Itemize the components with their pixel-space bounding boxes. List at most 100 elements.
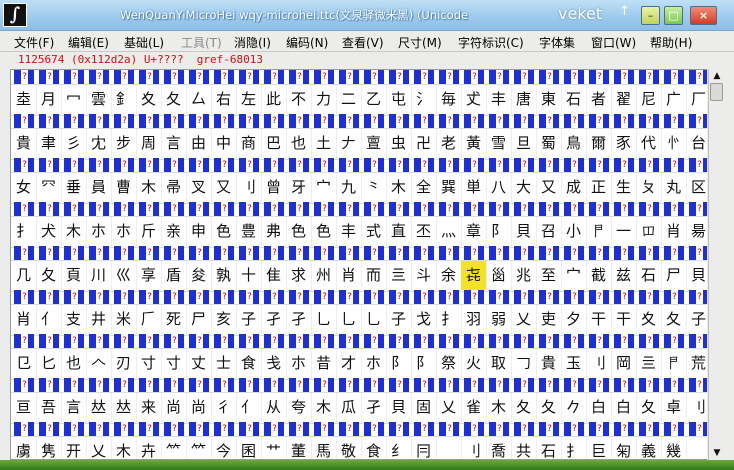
glyph-cell[interactable]: 亻 bbox=[236, 393, 262, 422]
glyph-cell[interactable]: 九 bbox=[336, 173, 362, 202]
glyph-cell[interactable]: 虜 bbox=[11, 437, 37, 460]
menu-item-10[interactable]: 窗口(W) bbox=[591, 34, 636, 51]
glyph-cell[interactable]: 艹 bbox=[261, 437, 287, 460]
glyph-cell[interactable]: 孰 bbox=[211, 261, 237, 290]
glyph-cell[interactable]: 木 bbox=[311, 393, 337, 422]
glyph-cell[interactable]: 余 bbox=[436, 261, 462, 290]
glyph-cell[interactable]: 几 bbox=[11, 261, 37, 290]
glyph-cell[interactable]: 吏 bbox=[536, 305, 562, 334]
glyph-cell[interactable]: 女 bbox=[11, 173, 37, 202]
glyph-cell[interactable]: 又 bbox=[536, 173, 562, 202]
glyph-cell[interactable]: 乚 bbox=[336, 305, 362, 334]
glyph-cell[interactable]: 丕 bbox=[411, 217, 437, 246]
glyph-cell[interactable]: 豊 bbox=[236, 217, 262, 246]
glyph-cell[interactable]: 卍 bbox=[411, 129, 437, 158]
glyph-cell[interactable]: 刂 bbox=[686, 393, 707, 422]
glyph-cell[interactable]: 又 bbox=[211, 173, 237, 202]
glyph-cell[interactable]: 石 bbox=[636, 261, 662, 290]
menu-item-5[interactable]: 编码(N) bbox=[286, 34, 328, 51]
scroll-thumb[interactable] bbox=[710, 83, 723, 101]
glyph-cell[interactable]: 宀 bbox=[561, 261, 587, 290]
glyph-cell[interactable]: 喬 bbox=[486, 437, 512, 460]
glyph-cell[interactable]: 𥫗 bbox=[161, 437, 187, 460]
glyph-cell[interactable]: 冘 bbox=[86, 129, 112, 158]
menu-item-2[interactable]: 基础(L) bbox=[124, 34, 164, 51]
glyph-cell[interactable]: 戈 bbox=[411, 305, 437, 334]
glyph-cell[interactable]: 夂 bbox=[511, 393, 537, 422]
glyph-cell[interactable]: 干 bbox=[586, 305, 612, 334]
glyph-cell[interactable]: 巨 bbox=[586, 437, 612, 460]
glyph-cell[interactable]: 章 bbox=[461, 217, 487, 246]
glyph-cell[interactable]: 雀 bbox=[461, 393, 487, 422]
glyph-cell[interactable]: 小 bbox=[561, 217, 587, 246]
glyph-cell[interactable]: 尚 bbox=[161, 393, 187, 422]
glyph-cell[interactable]: 肖 bbox=[336, 261, 362, 290]
glyph-cell[interactable]: 食 bbox=[361, 437, 387, 460]
glyph-cell[interactable]: 刂 bbox=[461, 437, 487, 460]
menu-item-1[interactable]: 编辑(E) bbox=[68, 34, 109, 51]
glyph-cell[interactable]: 刂 bbox=[586, 349, 612, 378]
glyph-cell[interactable]: 屯 bbox=[386, 85, 412, 114]
glyph-cell[interactable]: 唐 bbox=[511, 85, 537, 114]
glyph-cell[interactable]: 𠆢 bbox=[86, 349, 112, 378]
glyph-cell[interactable]: 豕 bbox=[611, 129, 637, 158]
glyph-cell[interactable]: 𠃌 bbox=[511, 349, 537, 378]
menu-item-7[interactable]: 尺寸(M) bbox=[398, 34, 442, 51]
glyph-cell[interactable]: 厶 bbox=[186, 85, 212, 114]
glyph-cell[interactable]: 幾 bbox=[661, 437, 687, 460]
glyph-cell[interactable]: 卉 bbox=[136, 437, 162, 460]
glyph-cell[interactable]: 戋 bbox=[261, 349, 287, 378]
glyph-cell[interactable]: 月 bbox=[36, 85, 62, 114]
glyph-cell[interactable]: 至 bbox=[536, 261, 562, 290]
glyph-cell[interactable]: 朩 bbox=[361, 349, 387, 378]
glyph-cell[interactable]: 𠀤 bbox=[111, 393, 137, 422]
glyph-cell[interactable]: 坴 bbox=[11, 85, 37, 114]
glyph-cell[interactable]: 彡 bbox=[61, 129, 87, 158]
glyph-cell[interactable]: 曹 bbox=[111, 173, 137, 202]
menu-item-11[interactable]: 帮助(H) bbox=[650, 34, 692, 51]
glyph-cell[interactable]: ⺀ bbox=[361, 173, 387, 202]
glyph-cell[interactable]: 旦 bbox=[511, 129, 537, 158]
glyph-cell[interactable]: 大 bbox=[511, 173, 537, 202]
glyph-cell[interactable]: 色 bbox=[211, 217, 237, 246]
glyph-cell[interactable]: 井 bbox=[86, 305, 112, 334]
glyph-cell[interactable]: 支 bbox=[61, 305, 87, 334]
glyph-cell[interactable]: 截 bbox=[586, 261, 612, 290]
glyph-cell[interactable]: 隹 bbox=[261, 261, 287, 290]
glyph-grid[interactable]: ???????????????????????????? 坴月冖雲釒夊夂厶右左此不… bbox=[10, 69, 707, 460]
glyph-cell[interactable]: 十 bbox=[236, 261, 262, 290]
glyph-cell[interactable]: 孑 bbox=[286, 305, 312, 334]
menu-item-6[interactable]: 查看(V) bbox=[342, 34, 384, 51]
glyph-cell[interactable]: 兆 bbox=[511, 261, 537, 290]
glyph-cell[interactable]: 生 bbox=[611, 173, 637, 202]
glyph-cell[interactable]: 者 bbox=[586, 85, 612, 114]
glyph-cell[interactable]: 夂 bbox=[161, 85, 187, 114]
glyph-cell[interactable]: 弗 bbox=[261, 217, 287, 246]
glyph-cell[interactable]: 亥 bbox=[211, 305, 237, 334]
glyph-cell[interactable]: 从 bbox=[261, 393, 287, 422]
glyph-cell[interactable]: 吾 bbox=[36, 393, 62, 422]
glyph-cell[interactable]: 𠂊 bbox=[561, 393, 587, 422]
glyph-cell[interactable]: 𠀤 bbox=[86, 393, 112, 422]
glyph-cell[interactable]: 𥫗 bbox=[186, 437, 212, 460]
title-bar[interactable]: ∫ WenQuanYiMicroHei wqy-microhei.ttc(文泉驿… bbox=[0, 0, 734, 31]
glyph-cell[interactable]: 夂 bbox=[636, 393, 662, 422]
glyph-cell[interactable]: 土 bbox=[311, 129, 337, 158]
glyph-cell[interactable]: 㔾 bbox=[11, 349, 37, 378]
glyph-cell[interactable]: 阝 bbox=[486, 217, 512, 246]
glyph-cell[interactable]: 白 bbox=[586, 393, 612, 422]
glyph-cell[interactable]: 匕 bbox=[36, 349, 62, 378]
glyph-cell[interactable]: 𠀋 bbox=[461, 85, 487, 114]
glyph-cell[interactable]: 开 bbox=[61, 437, 87, 460]
glyph-cell[interactable]: 肖 bbox=[11, 305, 37, 334]
glyph-cell[interactable]: 尚 bbox=[186, 393, 212, 422]
glyph-cell[interactable]: 乙 bbox=[361, 85, 387, 114]
glyph-cell[interactable]: 乂 bbox=[436, 393, 462, 422]
glyph-cell[interactable]: 纟 bbox=[386, 437, 412, 460]
glyph-cell[interactable]: 昜 bbox=[686, 217, 707, 246]
glyph-cell[interactable]: 馬 bbox=[311, 437, 337, 460]
glyph-cell[interactable]: 孑 bbox=[261, 305, 287, 334]
app-icon[interactable]: ∫ bbox=[3, 3, 27, 27]
glyph-cell[interactable]: 爾 bbox=[586, 129, 612, 158]
glyph-cell[interactable]: 𠁣 bbox=[661, 349, 687, 378]
